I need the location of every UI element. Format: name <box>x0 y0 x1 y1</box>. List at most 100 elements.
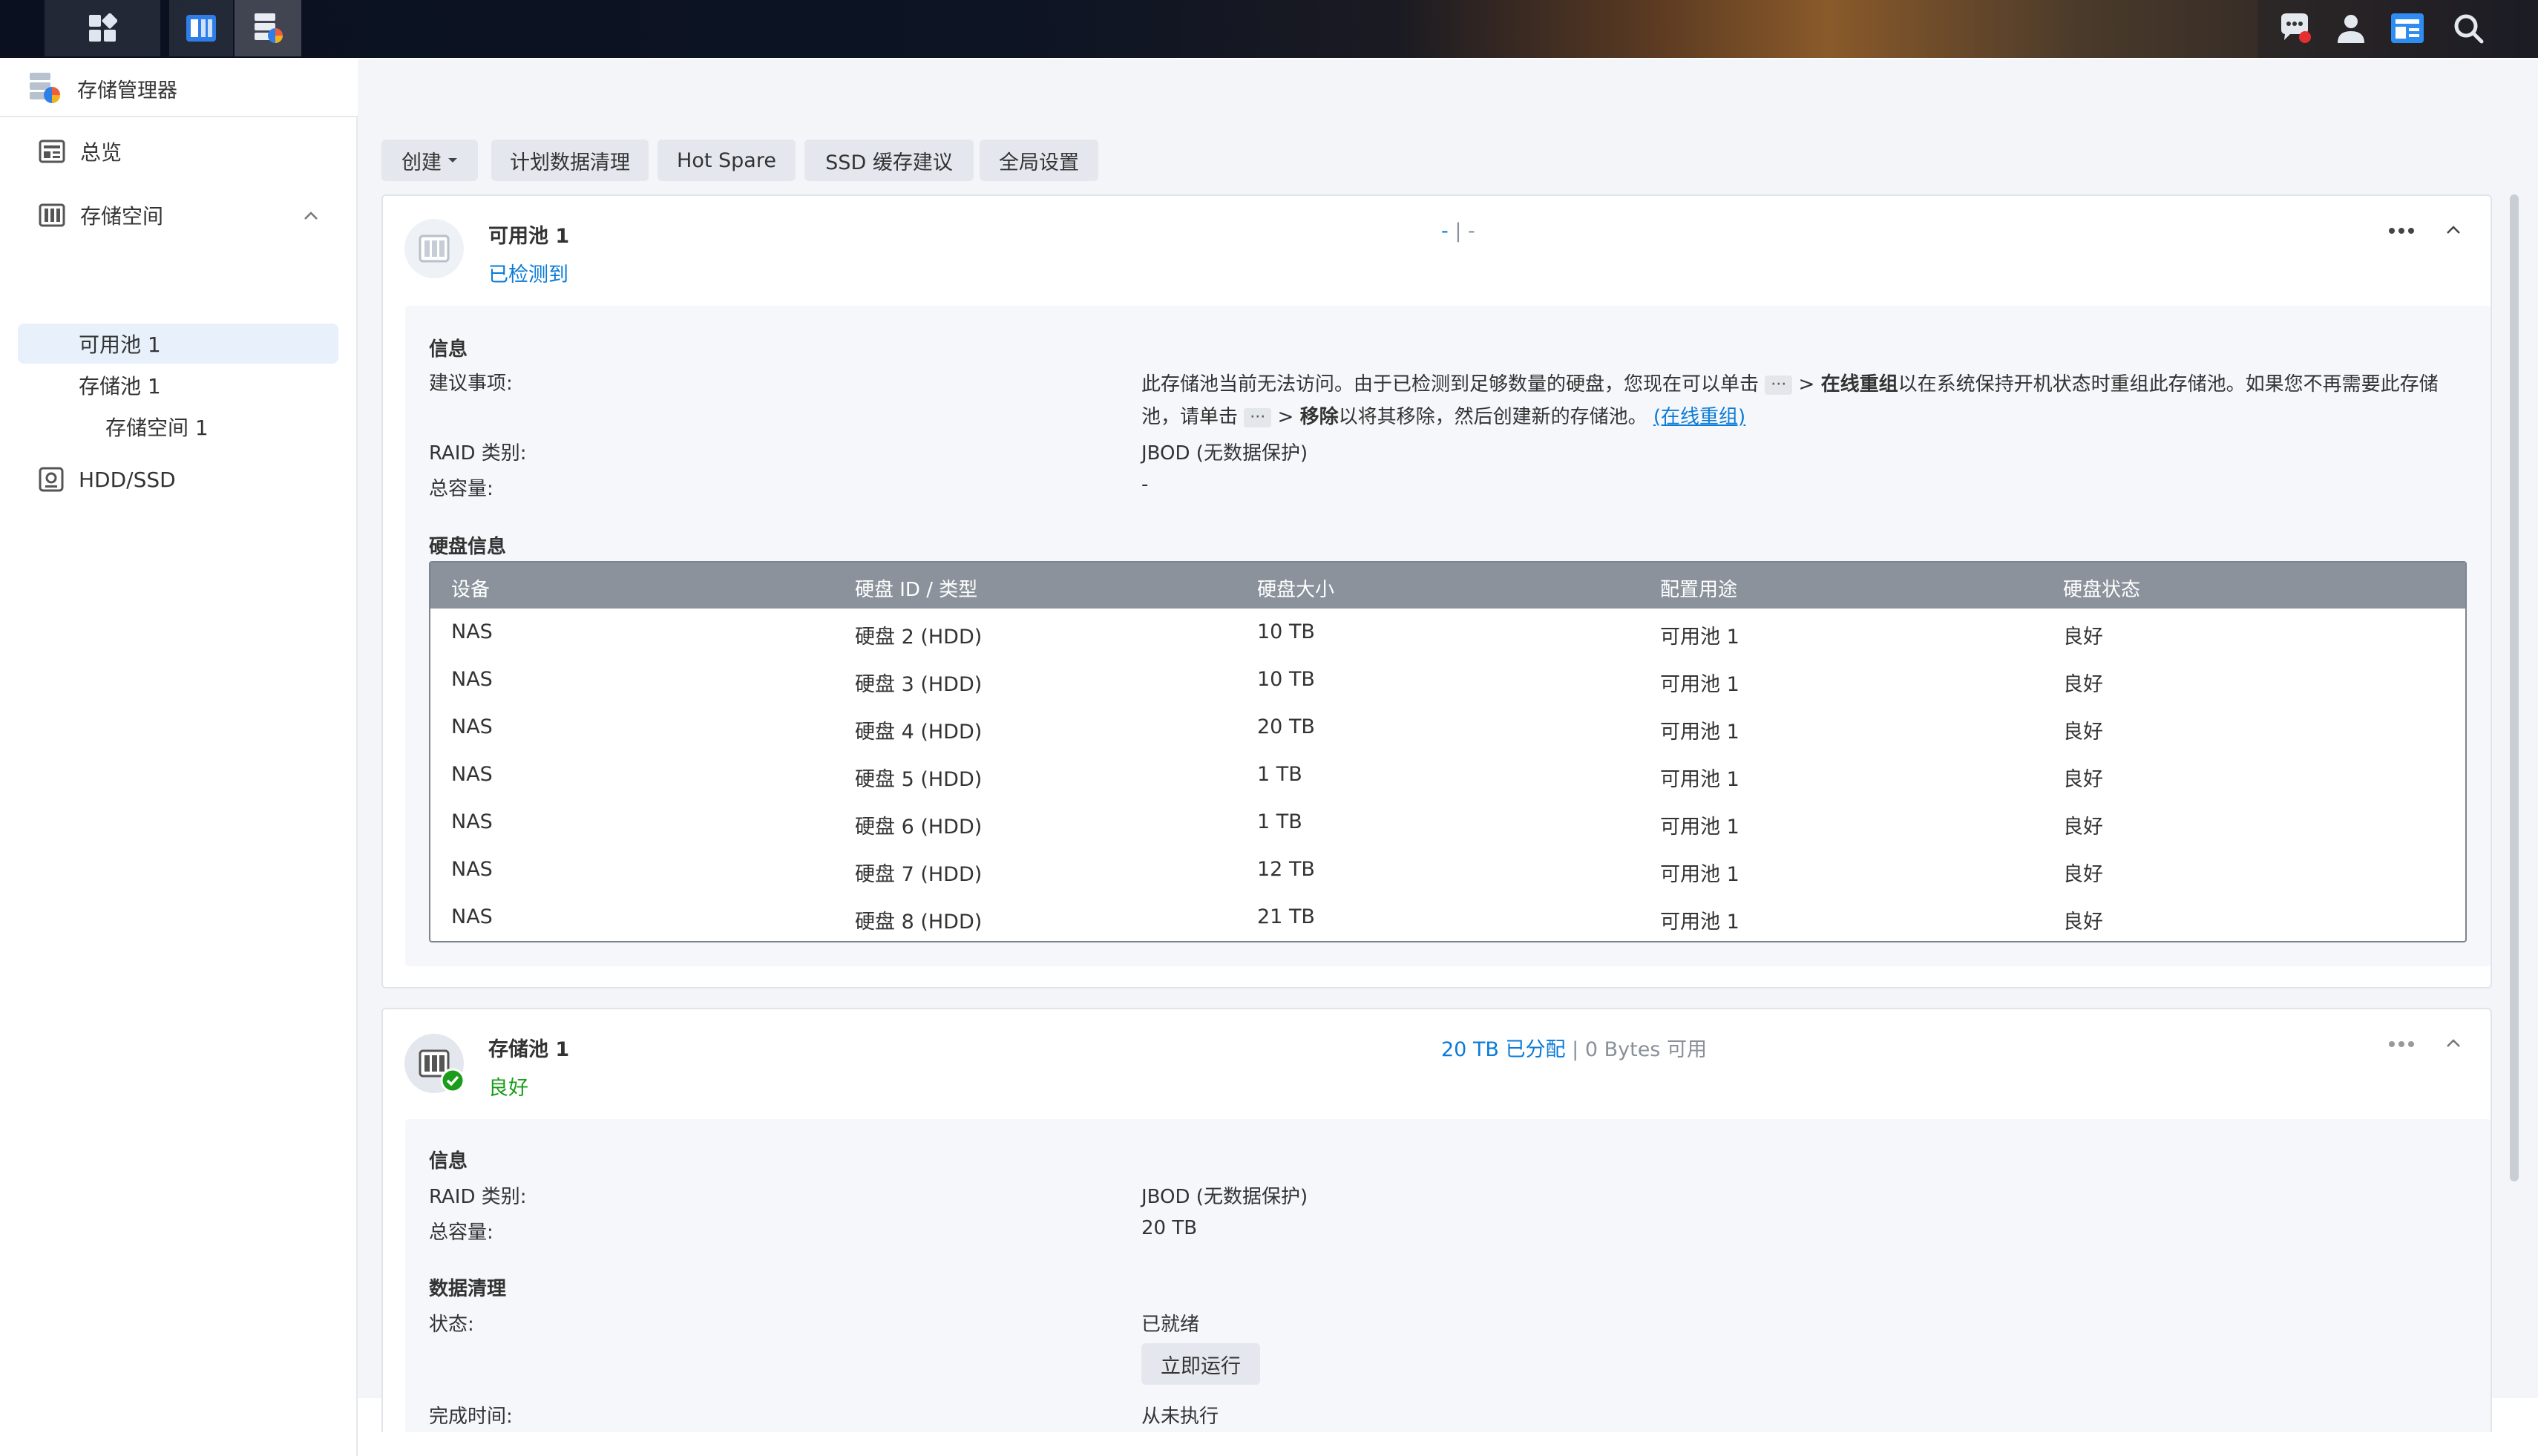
raid-value: JBOD (无数据保护) <box>1141 442 1308 465</box>
storage-pool-details <box>405 1119 2491 1456</box>
disk-status: 良好 <box>2063 911 2103 934</box>
storage-pool-usage: 20 TB 已分配 | 0 Bytes 可用 <box>1441 1033 1707 1062</box>
window-title: 存储管理器 <box>77 79 177 102</box>
grid-icon <box>89 13 117 42</box>
capacity-value: 20 TB <box>1141 1217 1198 1239</box>
summary-separator: | <box>1455 220 1462 243</box>
sidebar-item-label: 存储空间 1 <box>105 416 209 440</box>
column-header[interactable]: 硬盘 ID / 类型 <box>855 574 977 602</box>
column-header[interactable]: 设备 <box>451 574 490 602</box>
caret-down-icon <box>448 158 457 163</box>
run-now-button[interactable]: 立即运行 <box>1141 1343 1260 1385</box>
column-header[interactable]: 硬盘大小 <box>1257 574 1334 602</box>
sidebar-item-storage-pool-1[interactable]: 存储池 1 <box>18 365 338 405</box>
table-row[interactable]: NAS 硬盘 3 (HDD) 10 TB 可用池 1 良好 <box>430 656 2465 704</box>
storage-pool-icon <box>404 1034 465 1093</box>
hdd-icon <box>39 467 64 492</box>
allocated-value: 20 TB 已分配 <box>1441 1038 1566 1061</box>
disk-status: 良好 <box>2063 816 2103 839</box>
more-options-icon[interactable] <box>2388 1039 2415 1049</box>
disk-status: 良好 <box>2063 768 2103 791</box>
sidebar-item-label: 总览 <box>80 140 122 165</box>
table-cell: 硬盘 7 (HDD) <box>855 863 983 886</box>
raid-value: JBOD (无数据保护) <box>1141 1186 1308 1208</box>
table-cell: 可用池 1 <box>1660 768 1739 791</box>
global-settings-button[interactable]: 全局设置 <box>980 140 1098 181</box>
table-cell: 可用池 1 <box>1660 626 1739 649</box>
sidebar-item-hdd-ssd[interactable]: HDD/SSD <box>18 459 337 500</box>
chevron-up-icon[interactable] <box>303 208 319 224</box>
main-menu-button[interactable] <box>45 0 160 56</box>
table-cell: 可用池 1 <box>1660 816 1739 839</box>
table-cell: 硬盘 5 (HDD) <box>855 768 983 791</box>
search-icon <box>2454 14 2484 44</box>
create-dropdown-button[interactable]: 创建 <box>381 140 478 181</box>
sidebar-item-label: 可用池 1 <box>79 332 161 357</box>
collapse-chevron-icon[interactable] <box>2444 1034 2462 1052</box>
available-value: 0 Bytes 可用 <box>1584 1038 1707 1061</box>
sidebar-item-label: 存储池 1 <box>79 374 161 399</box>
search-button[interactable] <box>2446 0 2491 56</box>
column-header[interactable]: 配置用途 <box>1660 574 1737 602</box>
storage-pool-status: 良好 <box>488 1077 528 1100</box>
table-row[interactable]: NAS 硬盘 5 (HDD) 1 TB 可用池 1 良好 <box>430 751 2465 798</box>
usage-separator: | <box>1572 1038 1579 1061</box>
create-label: 创建 <box>401 151 442 174</box>
sidebar-item-available-pool-1[interactable]: 可用池 1 <box>18 324 338 364</box>
more-options-inline-icon: ··· <box>1244 407 1272 427</box>
hot-spare-button[interactable]: Hot Spare <box>658 140 796 181</box>
schedule-scrubbing-button[interactable]: 计划数据清理 <box>491 140 649 181</box>
table-cell: NAS <box>451 810 493 833</box>
online-assemble-link[interactable]: (在线重组) <box>1653 406 1745 428</box>
sidebar-item-volume-1[interactable]: 存储空间 1 <box>18 407 338 447</box>
advice-text-part: 此存储池当前无法访问。由于已检测到足够数量的硬盘，您现在可以单击 <box>1141 373 1760 396</box>
data-scrubbing-heading: 数据清理 <box>429 1278 507 1300</box>
taskbar <box>0 0 2538 58</box>
sidebar-item-label: HDD/SSD <box>79 467 176 492</box>
scrub-state-value: 已就绪 <box>1141 1314 1200 1336</box>
collapse-chevron-icon[interactable] <box>2444 221 2462 239</box>
sidebar-item-overview[interactable]: 总览 <box>18 131 337 172</box>
table-cell: NAS <box>451 858 493 881</box>
widgets-button[interactable] <box>2385 0 2430 56</box>
table-cell: 硬盘 6 (HDD) <box>855 816 983 839</box>
table-row[interactable]: NAS 硬盘 6 (HDD) 1 TB 可用池 1 良好 <box>430 798 2465 846</box>
sidebar-item-storage[interactable]: 存储空间 <box>18 194 337 236</box>
table-cell: 可用池 1 <box>1660 911 1739 934</box>
disk-status: 良好 <box>2063 721 2103 744</box>
available-pool-icon <box>404 219 464 278</box>
widgets-icon <box>2391 13 2424 43</box>
more-options-icon[interactable] <box>2388 226 2415 236</box>
summary-value: - <box>1468 220 1475 243</box>
ssd-cache-advisor-button[interactable]: SSD 缓存建议 <box>804 140 974 181</box>
table-row[interactable]: NAS 硬盘 7 (HDD) 12 TB 可用池 1 良好 <box>430 846 2465 893</box>
advice-text-part: > <box>1277 406 1300 428</box>
table-cell: 硬盘 4 (HDD) <box>855 721 983 744</box>
finish-time-label: 完成时间: <box>429 1406 513 1428</box>
content-scrollbar[interactable] <box>2510 194 2519 1181</box>
disk-status: 良好 <box>2063 673 2103 696</box>
column-header[interactable]: 硬盘状态 <box>2063 574 2140 602</box>
taskbar-app-file-station[interactable] <box>169 0 233 56</box>
table-row[interactable]: NAS 硬盘 4 (HDD) 20 TB 可用池 1 良好 <box>430 704 2465 751</box>
advice-text-part: 池，请单击 <box>1141 406 1239 428</box>
table-row[interactable]: NAS 硬盘 2 (HDD) 10 TB 可用池 1 良好 <box>430 609 2465 656</box>
storage-manager-icon <box>30 73 60 103</box>
raid-label: RAID 类别: <box>429 1186 527 1208</box>
capacity-value: - <box>1141 473 1149 496</box>
disk-status: 良好 <box>2063 863 2103 886</box>
table-cell: 可用池 1 <box>1660 721 1739 744</box>
finish-time-value: 从未执行 <box>1141 1406 1219 1428</box>
available-pool-name: 可用池 1 <box>488 225 570 248</box>
taskbar-app-storage-manager[interactable] <box>235 0 301 56</box>
notifications-button[interactable] <box>2272 0 2317 56</box>
table-header: 设备 硬盘 ID / 类型 硬盘大小 配置用途 硬盘状态 <box>430 563 2465 609</box>
user-button[interactable] <box>2329 0 2373 56</box>
advice-label: 建议事项: <box>429 373 513 395</box>
app-icon <box>186 15 216 42</box>
table-cell: NAS <box>451 620 493 643</box>
info-heading: 信息 <box>429 1150 468 1173</box>
user-icon <box>2338 15 2364 43</box>
table-row[interactable]: NAS 硬盘 8 (HDD) 21 TB 可用池 1 良好 <box>430 893 2465 941</box>
table-cell: 10 TB <box>1257 620 1315 643</box>
